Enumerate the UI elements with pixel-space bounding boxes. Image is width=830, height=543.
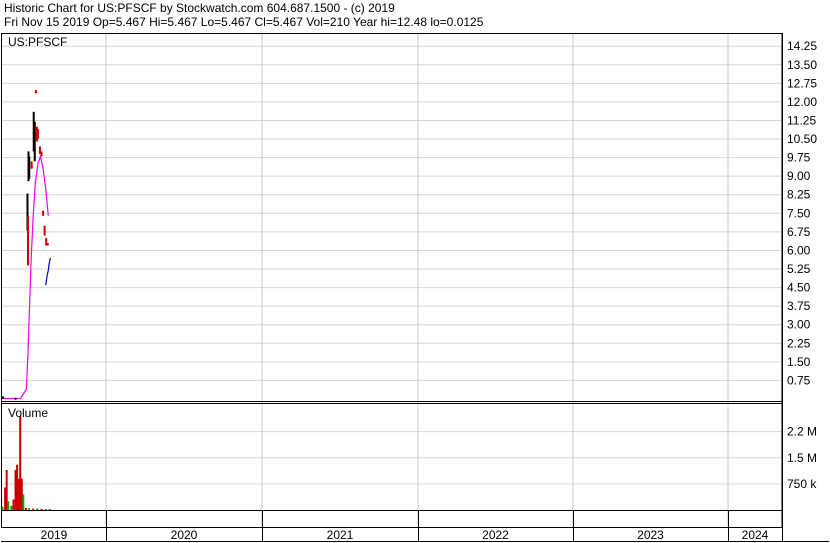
price-tick-label: 3.00 xyxy=(787,318,811,332)
gridlines xyxy=(2,33,782,527)
volume-bar xyxy=(1,506,4,510)
plot-border xyxy=(1,33,783,528)
price-bar xyxy=(40,151,43,157)
year-tick-label: 2020 xyxy=(171,528,198,542)
volume-bar xyxy=(32,508,35,510)
price-bar xyxy=(27,215,29,266)
volume-bar xyxy=(36,508,39,510)
year-tick-label: 2022 xyxy=(482,528,509,542)
price-bar xyxy=(34,90,37,94)
price-tick-label: 10.50 xyxy=(787,132,817,146)
price-bar xyxy=(28,156,31,179)
axis-labels: 0.75 1.50 2.25 3.00 3.75 4.50 5.25 6.00 6.75 7.50… xyxy=(41,39,818,542)
volume-bar xyxy=(48,509,51,511)
price-tick-label: 11.25 xyxy=(787,113,816,127)
volume-bar xyxy=(10,505,13,510)
volume-bar xyxy=(7,501,10,510)
volume-bar xyxy=(24,507,27,510)
year-tick-label: 2019 xyxy=(41,528,68,542)
volume-bars xyxy=(1,415,51,511)
price-tick-label: 0.75 xyxy=(787,373,811,387)
price-bar xyxy=(2,396,5,399)
price-bar xyxy=(14,397,17,400)
volume-bar xyxy=(44,508,47,510)
volume-tick-label: 2.2 M xyxy=(787,425,817,439)
price-tick-label: 13.50 xyxy=(787,58,817,72)
recent-price-line xyxy=(45,257,51,286)
price-tick-label: 9.00 xyxy=(787,169,811,183)
volume-bar xyxy=(40,508,43,510)
price-tick-label: 12.75 xyxy=(787,76,817,90)
price-bar xyxy=(42,210,45,216)
volume-bar xyxy=(22,494,25,510)
volume-bar xyxy=(12,499,15,510)
price-bar xyxy=(30,161,33,169)
volume-tick-label: 1.5 M xyxy=(787,451,817,465)
year-tick-label: 2023 xyxy=(637,528,664,542)
volume-tick-label: 750 k xyxy=(787,477,817,491)
price-bars xyxy=(2,90,49,400)
price-bar xyxy=(33,121,36,162)
stock-chart: 0.75 1.50 2.25 3.00 3.75 4.50 5.25 6.00 6.75 7.50… xyxy=(1,33,829,542)
price-tick-label: 2.25 xyxy=(787,336,811,350)
price-tick-label: 9.75 xyxy=(787,151,811,165)
price-panel-title: US:PFSCF xyxy=(8,35,67,49)
price-bar xyxy=(36,129,39,140)
price-tick-label: 5.25 xyxy=(787,262,811,276)
price-tick-label: 14.25 xyxy=(787,39,817,53)
price-tick-label: 4.50 xyxy=(787,281,811,295)
volume-bar xyxy=(28,508,31,510)
price-tick-label: 1.50 xyxy=(787,355,811,369)
price-tick-label: 6.75 xyxy=(787,225,811,239)
price-bar xyxy=(46,243,49,246)
price-tick-label: 7.50 xyxy=(787,206,811,220)
price-tick-label: 12.00 xyxy=(787,95,817,109)
year-tick-label: 2021 xyxy=(327,528,354,542)
volume-panel-title: Volume xyxy=(8,406,48,420)
price-bar xyxy=(43,225,46,236)
recent-price-path xyxy=(45,257,51,286)
price-tick-label: 6.00 xyxy=(787,243,811,257)
year-tick-label: 2024 xyxy=(742,528,769,542)
price-tick-label: 3.75 xyxy=(787,299,811,313)
price-tick-label: 8.25 xyxy=(787,188,811,202)
